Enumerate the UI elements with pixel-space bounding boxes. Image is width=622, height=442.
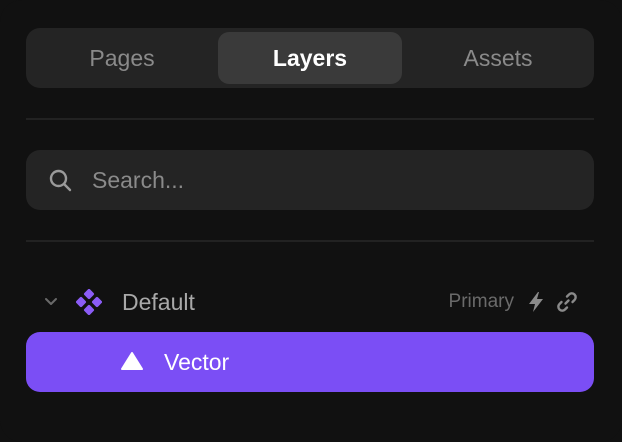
search-input[interactable] [92, 150, 572, 210]
layer-label: Default [122, 289, 195, 315]
tab-layers[interactable]: Layers [218, 32, 402, 84]
layer-row-vector[interactable]: Vector [26, 332, 594, 392]
search-icon [49, 169, 72, 192]
tab-pages[interactable]: Pages [30, 32, 214, 84]
layers-panel: Pages Layers Assets Default Primary [0, 0, 622, 442]
bolt-icon[interactable] [526, 291, 546, 313]
vector-triangle-icon [121, 352, 143, 370]
divider [26, 118, 594, 120]
divider [26, 240, 594, 242]
layer-row-default[interactable]: Default Primary [26, 272, 594, 332]
link-icon[interactable] [556, 291, 578, 313]
layer-label: Vector [164, 349, 230, 375]
panel-tabs: Pages Layers Assets [26, 28, 594, 88]
variant-label: Primary [448, 291, 514, 312]
chevron-down-icon[interactable] [44, 296, 58, 308]
component-icon [76, 289, 102, 315]
search-box[interactable] [26, 150, 594, 210]
tab-assets[interactable]: Assets [406, 32, 590, 84]
